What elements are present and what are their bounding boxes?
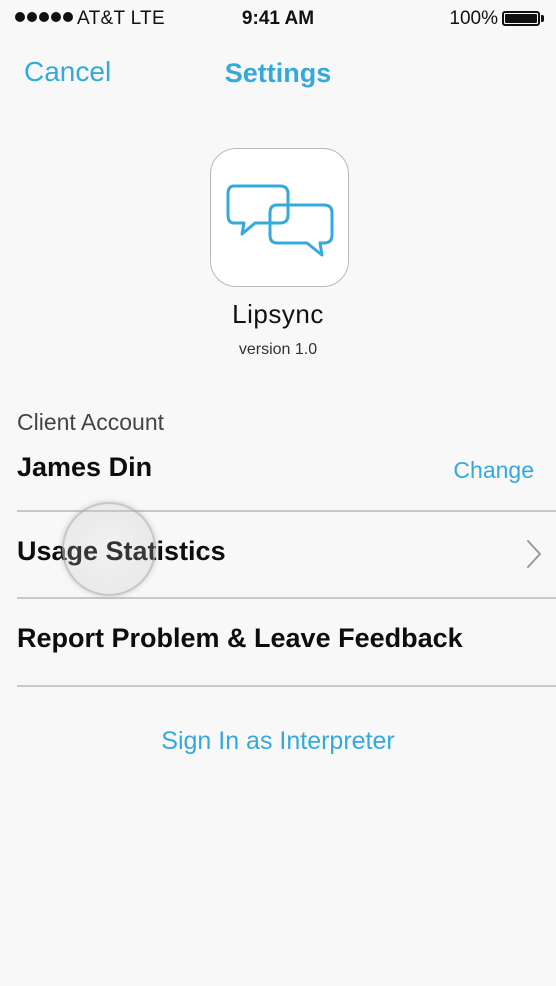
status-bar: AT&T LTE 9:41 AM 100% xyxy=(0,0,556,36)
section-label-client-account: Client Account xyxy=(17,409,165,435)
change-account-button[interactable]: Change xyxy=(453,457,534,484)
report-problem-label: Report Problem & Leave Feedback xyxy=(17,623,463,653)
divider xyxy=(17,685,556,687)
chevron-right-icon xyxy=(527,540,541,568)
account-name: James Din xyxy=(17,452,153,482)
chat-bubbles-icon xyxy=(226,184,334,257)
app-name: Lipsync xyxy=(232,299,324,329)
battery-full-icon xyxy=(502,11,544,26)
settings-screen: AT&T LTE 9:41 AM 100% Cancel Settings Li… xyxy=(0,0,556,986)
report-problem-row[interactable]: Report Problem & Leave Feedback xyxy=(0,598,556,685)
app-version: version 1.0 xyxy=(238,341,318,358)
battery-percent: 100% xyxy=(449,8,498,29)
sign-in-interpreter-link[interactable]: Sign In as Interpreter xyxy=(0,727,556,756)
touch-indicator xyxy=(62,502,156,596)
app-icon xyxy=(210,148,349,287)
page-title: Settings xyxy=(224,58,332,88)
